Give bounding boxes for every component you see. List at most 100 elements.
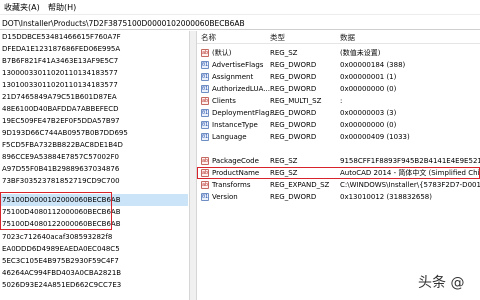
value-data: (数值未设置) [340, 49, 381, 57]
tree-node[interactable]: 73BF303523781852719CD9C700 [0, 175, 188, 187]
tree-node[interactable]: 19EC509FE47B2EF0F5DDA57B97 [0, 115, 188, 127]
value-name: Transforms [212, 181, 251, 189]
value-type: REG_DWORD [270, 193, 317, 201]
value-row[interactable]: ab Clients REG_MULTI_SZ : [197, 95, 480, 107]
value-name: AuthorizedLUA... [212, 85, 270, 93]
tree-node[interactable]: F5CD5FBA732BB822BAC8DE1B4D [0, 139, 188, 151]
value-name: InstanceType [212, 121, 258, 129]
tree-node[interactable]: 46264AC994FBD403A0CBA2821B [0, 267, 188, 279]
value-data: C:\WINDOWS\Installer\{5783F2D7-D001-0 [340, 181, 480, 189]
tree-node-label: B7B6F821F41A3463E13AF9E5C7 [2, 57, 119, 65]
dword-value-icon: 01 [201, 121, 209, 129]
tree-node-label: 73BF303523781852719CD9C700 [2, 177, 120, 185]
value-row[interactable]: 01 AdvertiseFlags REG_DWORD 0x00000184 (… [197, 59, 480, 71]
tree-node-label: 13000033011020110134183577 [2, 69, 118, 77]
value-row[interactable]: ab (默认) REG_SZ (数值未设置) [197, 47, 480, 59]
tree-node[interactable]: 75100D4080122000060BECB6AB [0, 218, 188, 230]
dword-value-icon: 01 [201, 61, 209, 69]
tree-node[interactable]: D15DDBCE53481466615F760A7F [0, 31, 188, 43]
tree-node[interactable]: 5EC3C105E4B975B2930F59C4F7 [0, 255, 188, 267]
value-row[interactable]: ab PackageCode REG_SZ 9158CFF1F8893F945B… [197, 155, 480, 167]
tree-node-label: 13010033011020110134183577 [2, 81, 118, 89]
tree-node-label: 75100D0000102000060BECB6AB [2, 196, 121, 204]
tree-node-label: 48E6100D40BAFDDA7ABBEFECD [2, 105, 119, 113]
value-data: 0x00000409 (1033) [340, 133, 410, 141]
tree-node[interactable]: A97D55F0B41B29889637034876 [0, 163, 188, 175]
tree-node[interactable]: 9D193D66C744AB0957B0B7DD695 [0, 127, 188, 139]
value-type: REG_SZ [270, 157, 298, 165]
value-name: DeploymentFlag... [212, 109, 277, 117]
value-type: REG_DWORD [270, 121, 317, 129]
tree-node-label: D15DDBCE53481466615F760A7F [2, 33, 121, 41]
value-name: Assignment [212, 73, 254, 81]
tree-node[interactable]: 7023c712640acaf308593282f8 [0, 231, 188, 243]
value-data: 9158CFF1F8893F945B2B4141E4E9E521 [340, 157, 480, 165]
key-tree[interactable]: D15DDBCE53481466615F760A7F DFEDA1E123187… [0, 31, 188, 300]
value-type: REG_DWORD [270, 109, 317, 117]
menu-favorites[interactable]: 收藏夹(A) [4, 3, 40, 12]
menu-help[interactable]: 帮助(H) [48, 3, 76, 12]
value-data: 0x00000184 (388) [340, 61, 406, 69]
menu-bar: 收藏夹(A) 帮助(H) [0, 0, 480, 15]
tree-node-label: 5026D93E24A851ED662C9CC7E3 [2, 281, 122, 289]
tree-node-label: 5EC3C105E4B975B2930F59C4F7 [2, 257, 119, 265]
value-row[interactable]: 01 AuthorizedLUA... REG_DWORD 0x00000000… [197, 83, 480, 95]
address-path[interactable]: DOT\Installer\Products\7D2F3875100D00001… [2, 19, 245, 28]
tree-node[interactable]: EA0DDD6D4989EAEDA0EC048C5 [0, 243, 188, 255]
value-name: ProductName [212, 169, 260, 177]
tree-node-label: 46264AC994FBD403A0CBA2821B [2, 269, 122, 277]
tree-node[interactable]: 5026D93E24A851ED662C9CC7E3 [0, 279, 188, 291]
tree-node-label: 75100D4080122000060BECB6AB [2, 220, 121, 228]
value-data: 0x00000003 (3) [340, 109, 397, 117]
tree-node-label: DFEDA1E123187686FED06E995A [2, 45, 121, 53]
tree-node-label: 9D193D66C744AB0957B0B7DD695 [2, 129, 128, 137]
dword-value-icon: 01 [201, 73, 209, 81]
value-data: 0x13010012 (318832658) [340, 193, 432, 201]
values-pane[interactable]: 名称 类型 数据 ab (默认) REG_SZ (数值未设置) 01 Adver… [197, 31, 480, 300]
tree-node-label: 75100D4080112000060BECB6AB [2, 208, 121, 216]
value-name: AdvertiseFlags [212, 61, 264, 69]
tree-node[interactable]: 48E6100D40BAFDDA7ABBEFECD [0, 103, 188, 115]
value-row[interactable]: 01 Assignment REG_DWORD 0x00000001 (1) [197, 71, 480, 83]
column-header-data[interactable]: 数据 [340, 33, 355, 42]
tree-node[interactable]: 75100D4080112000060BECB6AB [0, 206, 188, 218]
value-row-product-name[interactable]: ab ProductName REG_SZ AutoCAD 2014 - 简体中… [197, 167, 480, 179]
value-type: REG_DWORD [270, 61, 317, 69]
value-type: REG_EXPAND_SZ [270, 181, 330, 189]
string-value-icon: ab [201, 181, 209, 189]
tree-node-label: EA0DDD6D4989EAEDA0EC048C5 [2, 245, 120, 253]
dword-value-icon: 01 [201, 85, 209, 93]
string-value-icon: ab [201, 157, 209, 165]
value-row[interactable]: ab Transforms REG_EXPAND_SZ C:\WINDOWS\I… [197, 179, 480, 191]
tree-node[interactable]: B7B6F821F41A3463E13AF9E5C7 [0, 55, 188, 67]
value-row[interactable]: 01 Language REG_DWORD 0x00000409 (1033) [197, 131, 480, 143]
column-header-name[interactable]: 名称 [201, 33, 216, 42]
value-type: REG_SZ [270, 49, 298, 57]
value-row[interactable]: 01 Version REG_DWORD 0x13010012 (3188326… [197, 191, 480, 203]
tree-node[interactable]: 896CCE9A53884E7857C57002F0 [0, 151, 188, 163]
tree-node[interactable]: 13010033011020110134183577 [0, 79, 188, 91]
value-data: 0x00000000 (0) [340, 121, 397, 129]
tree-node-label: 896CCE9A53884E7857C57002F0 [2, 153, 119, 161]
pane-splitter[interactable] [189, 31, 197, 300]
value-type: REG_DWORD [270, 133, 317, 141]
tree-node[interactable]: DFEDA1E123187686FED06E995A [0, 43, 188, 55]
tree-node[interactable]: 13000033011020110134183577 [0, 67, 188, 79]
value-type: REG_DWORD [270, 85, 317, 93]
tree-node[interactable]: 21D7465849A79C51B601D87EA [0, 91, 188, 103]
value-name: (默认) [212, 49, 232, 57]
column-headers: 名称 类型 数据 [197, 31, 480, 44]
string-value-icon: ab [201, 97, 209, 105]
value-name: Version [212, 193, 238, 201]
string-value-icon: ab [201, 169, 209, 177]
column-header-type[interactable]: 类型 [270, 33, 285, 42]
value-type: REG_DWORD [270, 73, 317, 81]
tree-node-label: 7023c712640acaf308593282f8 [2, 233, 113, 241]
string-value-icon: ab [201, 49, 209, 57]
tree-node-selected[interactable]: 75100D0000102000060BECB6AB [0, 194, 188, 206]
value-type: REG_MULTI_SZ [270, 97, 322, 105]
address-bar[interactable]: DOT\Installer\Products\7D2F3875100D00001… [0, 16, 480, 30]
value-row[interactable]: 01 DeploymentFlag... REG_DWORD 0x0000000… [197, 107, 480, 119]
tree-node-label: 19EC509FE47B2EF0F5DDA57B97 [2, 117, 120, 125]
value-row[interactable]: 01 InstanceType REG_DWORD 0x00000000 (0) [197, 119, 480, 131]
